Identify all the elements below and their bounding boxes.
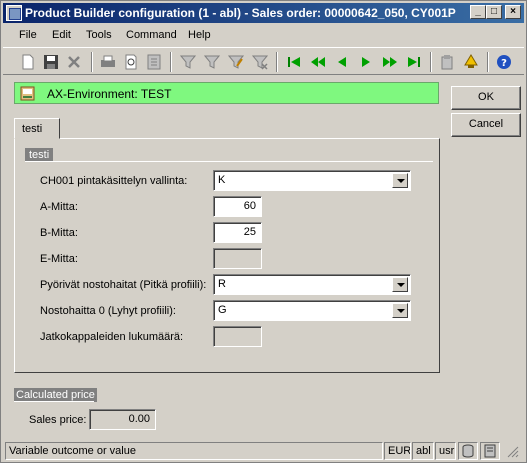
filter-by-field-icon[interactable]: [201, 52, 223, 72]
help-icon[interactable]: ?: [493, 52, 515, 72]
close-button[interactable]: ×: [505, 5, 521, 19]
b-mitta-input[interactable]: 25: [213, 222, 262, 243]
alert-icon[interactable]: [460, 52, 482, 72]
menu-file[interactable]: File: [19, 29, 37, 41]
database-icon: [458, 442, 478, 460]
status-company: abl: [412, 442, 434, 460]
previous-page-icon[interactable]: [307, 52, 329, 72]
first-record-icon[interactable]: [283, 52, 305, 72]
title-bar[interactable]: Product Builder configuration (1 - abl) …: [3, 3, 524, 23]
toolbar-separator: [276, 52, 278, 72]
product-builder-window: Product Builder configuration (1 - abl) …: [0, 0, 527, 463]
sales-price-label: Sales price:: [29, 414, 87, 426]
delete-icon[interactable]: [63, 52, 85, 72]
nostohaitta-value: G: [218, 304, 227, 316]
pyorivat-value: R: [218, 278, 226, 290]
attach-icon[interactable]: [436, 52, 458, 72]
chevron-down-icon[interactable]: [392, 173, 408, 188]
save-icon[interactable]: [40, 52, 62, 72]
group-label: testi: [25, 148, 54, 162]
toolbar-separator: [91, 52, 93, 72]
a-mitta-input[interactable]: 60: [213, 196, 262, 217]
nostohaitta-combo[interactable]: G: [213, 300, 411, 321]
new-icon[interactable]: [17, 52, 39, 72]
status-user: usr: [435, 442, 456, 460]
calculated-price-divider: [14, 401, 94, 402]
tab-testi[interactable]: testi: [14, 118, 60, 139]
environment-banner: AX-Environment: TEST: [14, 82, 439, 104]
server-icon: [480, 442, 500, 460]
environment-label: AX-Environment: TEST: [47, 87, 172, 101]
menu-command[interactable]: Command: [126, 29, 177, 41]
field-label-jatkokappaleiden: Jatkokappaleiden lukumäärä:: [40, 331, 184, 343]
menu-bar: File Edit Tools Command Help: [3, 25, 524, 45]
svg-text:?: ?: [501, 58, 507, 69]
maximize-button[interactable]: □: [486, 5, 502, 19]
calculated-price-label: Calculated price: [14, 388, 97, 402]
field-label-a-mitta: A-Mitta:: [40, 201, 78, 213]
resize-grip-icon[interactable]: [502, 442, 522, 460]
e-mitta-input: [213, 248, 262, 269]
app-icon: [6, 5, 22, 21]
field-label-nostohaitta: Nostohaitta 0 (Lyhyt profiili):: [40, 305, 176, 317]
filter-by-selection-icon[interactable]: [225, 52, 247, 72]
toolbar: ?: [3, 47, 524, 75]
menu-tools[interactable]: Tools: [86, 29, 112, 41]
print-preview-icon[interactable]: [120, 52, 142, 72]
toolbar-separator: [430, 52, 432, 72]
field-label-ch001: CH001 pintakäsittelyn vallinta:: [40, 175, 188, 187]
field-label-e-mitta: E-Mitta:: [40, 253, 78, 265]
sales-price-field: 0.00: [89, 409, 156, 430]
jatkokappaleiden-input: [213, 326, 262, 347]
next-page-icon[interactable]: [379, 52, 401, 72]
ch001-value: K: [218, 174, 226, 186]
field-label-b-mitta: B-Mitta:: [40, 227, 78, 239]
minimize-button[interactable]: _: [470, 5, 486, 19]
toolbar-separator: [487, 52, 489, 72]
group-divider: [25, 161, 433, 162]
field-label-pyorivat: Pyörivät nostohaitat (Pitkä profiili):: [40, 279, 207, 291]
status-currency: EUR: [384, 442, 411, 460]
next-record-icon[interactable]: [355, 52, 377, 72]
tab-label: testi: [22, 123, 43, 135]
print-icon[interactable]: [97, 52, 119, 72]
last-record-icon[interactable]: [403, 52, 425, 72]
window-title: Product Builder configuration (1 - abl) …: [25, 6, 456, 20]
menu-edit[interactable]: Edit: [52, 29, 71, 41]
cancel-button[interactable]: Cancel: [451, 113, 521, 137]
ch001-combo[interactable]: K: [213, 170, 411, 191]
chevron-down-icon[interactable]: [392, 277, 408, 292]
filter-icon[interactable]: [177, 52, 199, 72]
toolbar-separator: [170, 52, 172, 72]
previous-record-icon[interactable]: [331, 52, 353, 72]
ok-button[interactable]: OK: [451, 86, 521, 110]
remove-filter-icon[interactable]: [249, 52, 271, 72]
menu-help[interactable]: Help: [188, 29, 211, 41]
pyorivat-combo[interactable]: R: [213, 274, 411, 295]
environment-icon: [20, 86, 35, 101]
tab-panel: testi CH001 pintakäsittelyn vallinta: K …: [14, 138, 440, 373]
status-message: Variable outcome or value: [5, 442, 383, 460]
status-bar: Variable outcome or value EUR abl usr: [3, 442, 524, 460]
chevron-down-icon[interactable]: [392, 303, 408, 318]
export-icon[interactable]: [143, 52, 165, 72]
